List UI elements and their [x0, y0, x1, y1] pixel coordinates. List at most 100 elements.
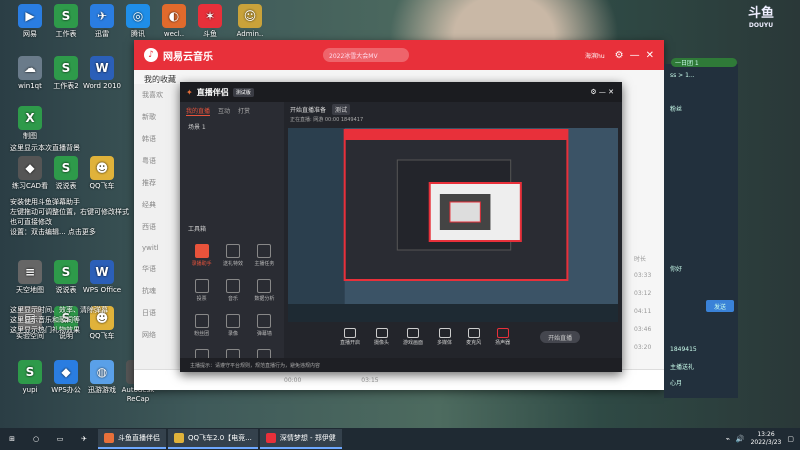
tool-button[interactable]: 录播助手: [186, 244, 217, 267]
tool-button[interactable]: 录像: [217, 314, 248, 337]
stream-tag: 测试: [332, 103, 351, 115]
music-sidebar-item[interactable]: 华语: [134, 258, 180, 280]
toolbox-title: 工具箱: [188, 226, 207, 233]
desktop-icon[interactable]: W Word 2010: [76, 56, 128, 91]
tool-label: 弹幕墙: [256, 331, 272, 337]
taskbar-app-icon: [265, 433, 276, 443]
taskbar-app[interactable]: 深情梦想 - 郑伊健: [259, 429, 342, 449]
site-logo-sub: DOUYU: [748, 22, 774, 29]
tool-button[interactable]: 主播任务: [249, 244, 280, 267]
tool-label: 录像: [227, 331, 238, 337]
control-label: 直播开启: [340, 340, 361, 346]
network-icon[interactable]: ⌁: [726, 435, 730, 443]
start-live-button[interactable]: 开始直播: [540, 331, 581, 343]
scene-item[interactable]: 场景 1: [180, 120, 284, 133]
companion-sidebar: 我的直播 互动 打赏 场景 1 工具箱 录播助手 送礼特效 主播任务投票 音乐 数据分析…: [180, 102, 284, 372]
music-sidebar-item[interactable]: 抗魂: [134, 280, 180, 302]
start-button[interactable]: ⊞: [0, 428, 24, 450]
close-icon[interactable]: ✕: [646, 50, 654, 61]
tool-button[interactable]: 音乐: [217, 279, 248, 302]
music-player-bar[interactable]: 00:00 03:15: [134, 369, 664, 390]
chat-message: 粉丝: [670, 106, 683, 113]
music-sidebar-item[interactable]: 新歌: [134, 106, 180, 128]
netease-icon: ♪: [144, 48, 158, 62]
taskbar-app[interactable]: QQ飞车2.0【电竞...: [168, 429, 258, 449]
tool-label: 送礼特效: [222, 261, 243, 267]
total-time: 03:15: [361, 376, 379, 384]
notice-bar: 主播提示：请遵守平台规则，规范直播行为，避免违规内容: [180, 358, 622, 372]
taskbar-app-label: 深情梦想 - 郑伊健: [279, 434, 336, 442]
song-durations: 时长 03:33 03:12 04:11 03:46 03:20: [634, 254, 656, 362]
music-sidebar-item[interactable]: 西语: [134, 216, 180, 238]
desktop-icon[interactable]: W WPS Office: [76, 260, 128, 295]
task-view-icon[interactable]: ▭: [48, 428, 72, 450]
control-icon: [375, 328, 388, 338]
music-search-input[interactable]: 2022冰雪大会MV: [323, 48, 409, 62]
tool-button[interactable]: 粉丝团: [186, 314, 217, 337]
clock[interactable]: 13:26 2022/3/23: [751, 431, 782, 447]
desktop-icon-label: 制图: [23, 132, 37, 140]
companion-title: 直播伴侣: [196, 87, 229, 97]
minimize-icon[interactable]: —: [630, 50, 640, 61]
douyu-logo-icon: ✦: [186, 87, 193, 97]
stream-preview[interactable]: [288, 128, 618, 322]
desktop-icon[interactable]: X 制图: [4, 106, 56, 141]
tool-icon: [194, 244, 209, 258]
music-sidebar-item[interactable]: 我喜欢: [134, 84, 180, 106]
app-icon: S: [54, 4, 78, 28]
chat-message: 你好: [670, 266, 683, 273]
window-controls[interactable]: ⚙ — ✕: [590, 88, 614, 96]
music-sidebar-item[interactable]: 韩语: [134, 128, 180, 150]
app-icon: S: [54, 260, 78, 284]
speaker-control[interactable]: 扬声器: [495, 328, 510, 346]
music-sidebar-item[interactable]: 粤语: [134, 150, 180, 172]
tool-button[interactable]: 送礼特效: [217, 244, 248, 267]
tool-button[interactable]: 数据分析: [249, 279, 280, 302]
music-sidebar-item[interactable]: 经典: [134, 194, 180, 216]
desktop-icon[interactable]: ☻ QQ飞车: [76, 156, 128, 191]
tool-icon: [194, 314, 209, 328]
stream-status: 正在直播: 网游 00:00 1849417: [290, 117, 364, 123]
companion-main: 开始直播准备 测试 正在直播: 网游 00:00 1849417 直播开启 摄像头…: [284, 102, 622, 372]
tab-interact[interactable]: 互动: [218, 106, 230, 116]
tool-icon: [257, 314, 272, 328]
tab-reward[interactable]: 打赏: [238, 106, 250, 116]
app-icon: ✈: [90, 4, 114, 28]
taskbar-app-label: 斗鱼直播伴侣: [118, 434, 160, 442]
volume-icon[interactable]: 🔊: [736, 435, 745, 443]
danmu-chat-panel[interactable]: 一日团 1 ss > 1... 粉丝 你好 发送 1849415 主播送礼 心月: [664, 58, 738, 398]
music-app-name: 网易云音乐: [163, 51, 213, 63]
taskbar-app-label: QQ飞车2.0【电竞...: [188, 434, 252, 442]
app-icon: S: [54, 156, 78, 180]
tool-button[interactable]: 弹幕墙: [249, 314, 280, 337]
stream-control-button[interactable]: 多媒体: [437, 328, 452, 346]
music-sidebar-item[interactable]: 网络: [134, 324, 180, 346]
settings-icon[interactable]: ⚙: [615, 50, 624, 61]
app-icon: ◆: [54, 360, 78, 384]
speaker-label: 扬声器: [495, 340, 511, 346]
stream-control-button[interactable]: 麦克风: [466, 328, 481, 346]
stream-title[interactable]: 开始直播准备: [290, 105, 326, 114]
music-user[interactable]: 海滨hu: [585, 51, 605, 60]
companion-tabs: 我的直播 互动 打赏: [180, 102, 284, 120]
stream-control-button[interactable]: 直播开启: [340, 328, 360, 346]
desktop-icon[interactable]: ☺ Admin..: [224, 4, 276, 39]
notification-icon[interactable]: ▢: [787, 435, 794, 443]
music-sidebar-item[interactable]: ywitl: [134, 238, 180, 258]
companion-window[interactable]: ✦ 直播伴侣 测试版 ⚙ — ✕ 我的直播 互动 打赏 场景 1 工具箱 录播助…: [180, 82, 622, 372]
search-icon[interactable]: ○: [24, 428, 48, 450]
system-tray: ⌁ 🔊 13:26 2022/3/23 ▢: [726, 431, 800, 447]
app-icon: W: [90, 56, 114, 80]
tab-my-live[interactable]: 我的直播: [186, 106, 211, 116]
stream-control-button[interactable]: 摄像头: [374, 328, 389, 346]
taskbar-app[interactable]: 斗鱼直播伴侣: [98, 429, 166, 449]
music-sidebar-item[interactable]: 推荐: [134, 172, 180, 194]
tool-button[interactable]: 投票: [186, 279, 217, 302]
tool-icon: [257, 279, 272, 293]
stream-control-button[interactable]: 游戏画面: [403, 328, 423, 346]
duration-header: 时长: [634, 256, 647, 263]
send-button[interactable]: 发送: [706, 300, 734, 312]
xunlei-icon[interactable]: ✈: [72, 428, 96, 450]
taskbar-app-icon: [174, 433, 184, 443]
music-sidebar-item[interactable]: 日语: [134, 302, 180, 324]
